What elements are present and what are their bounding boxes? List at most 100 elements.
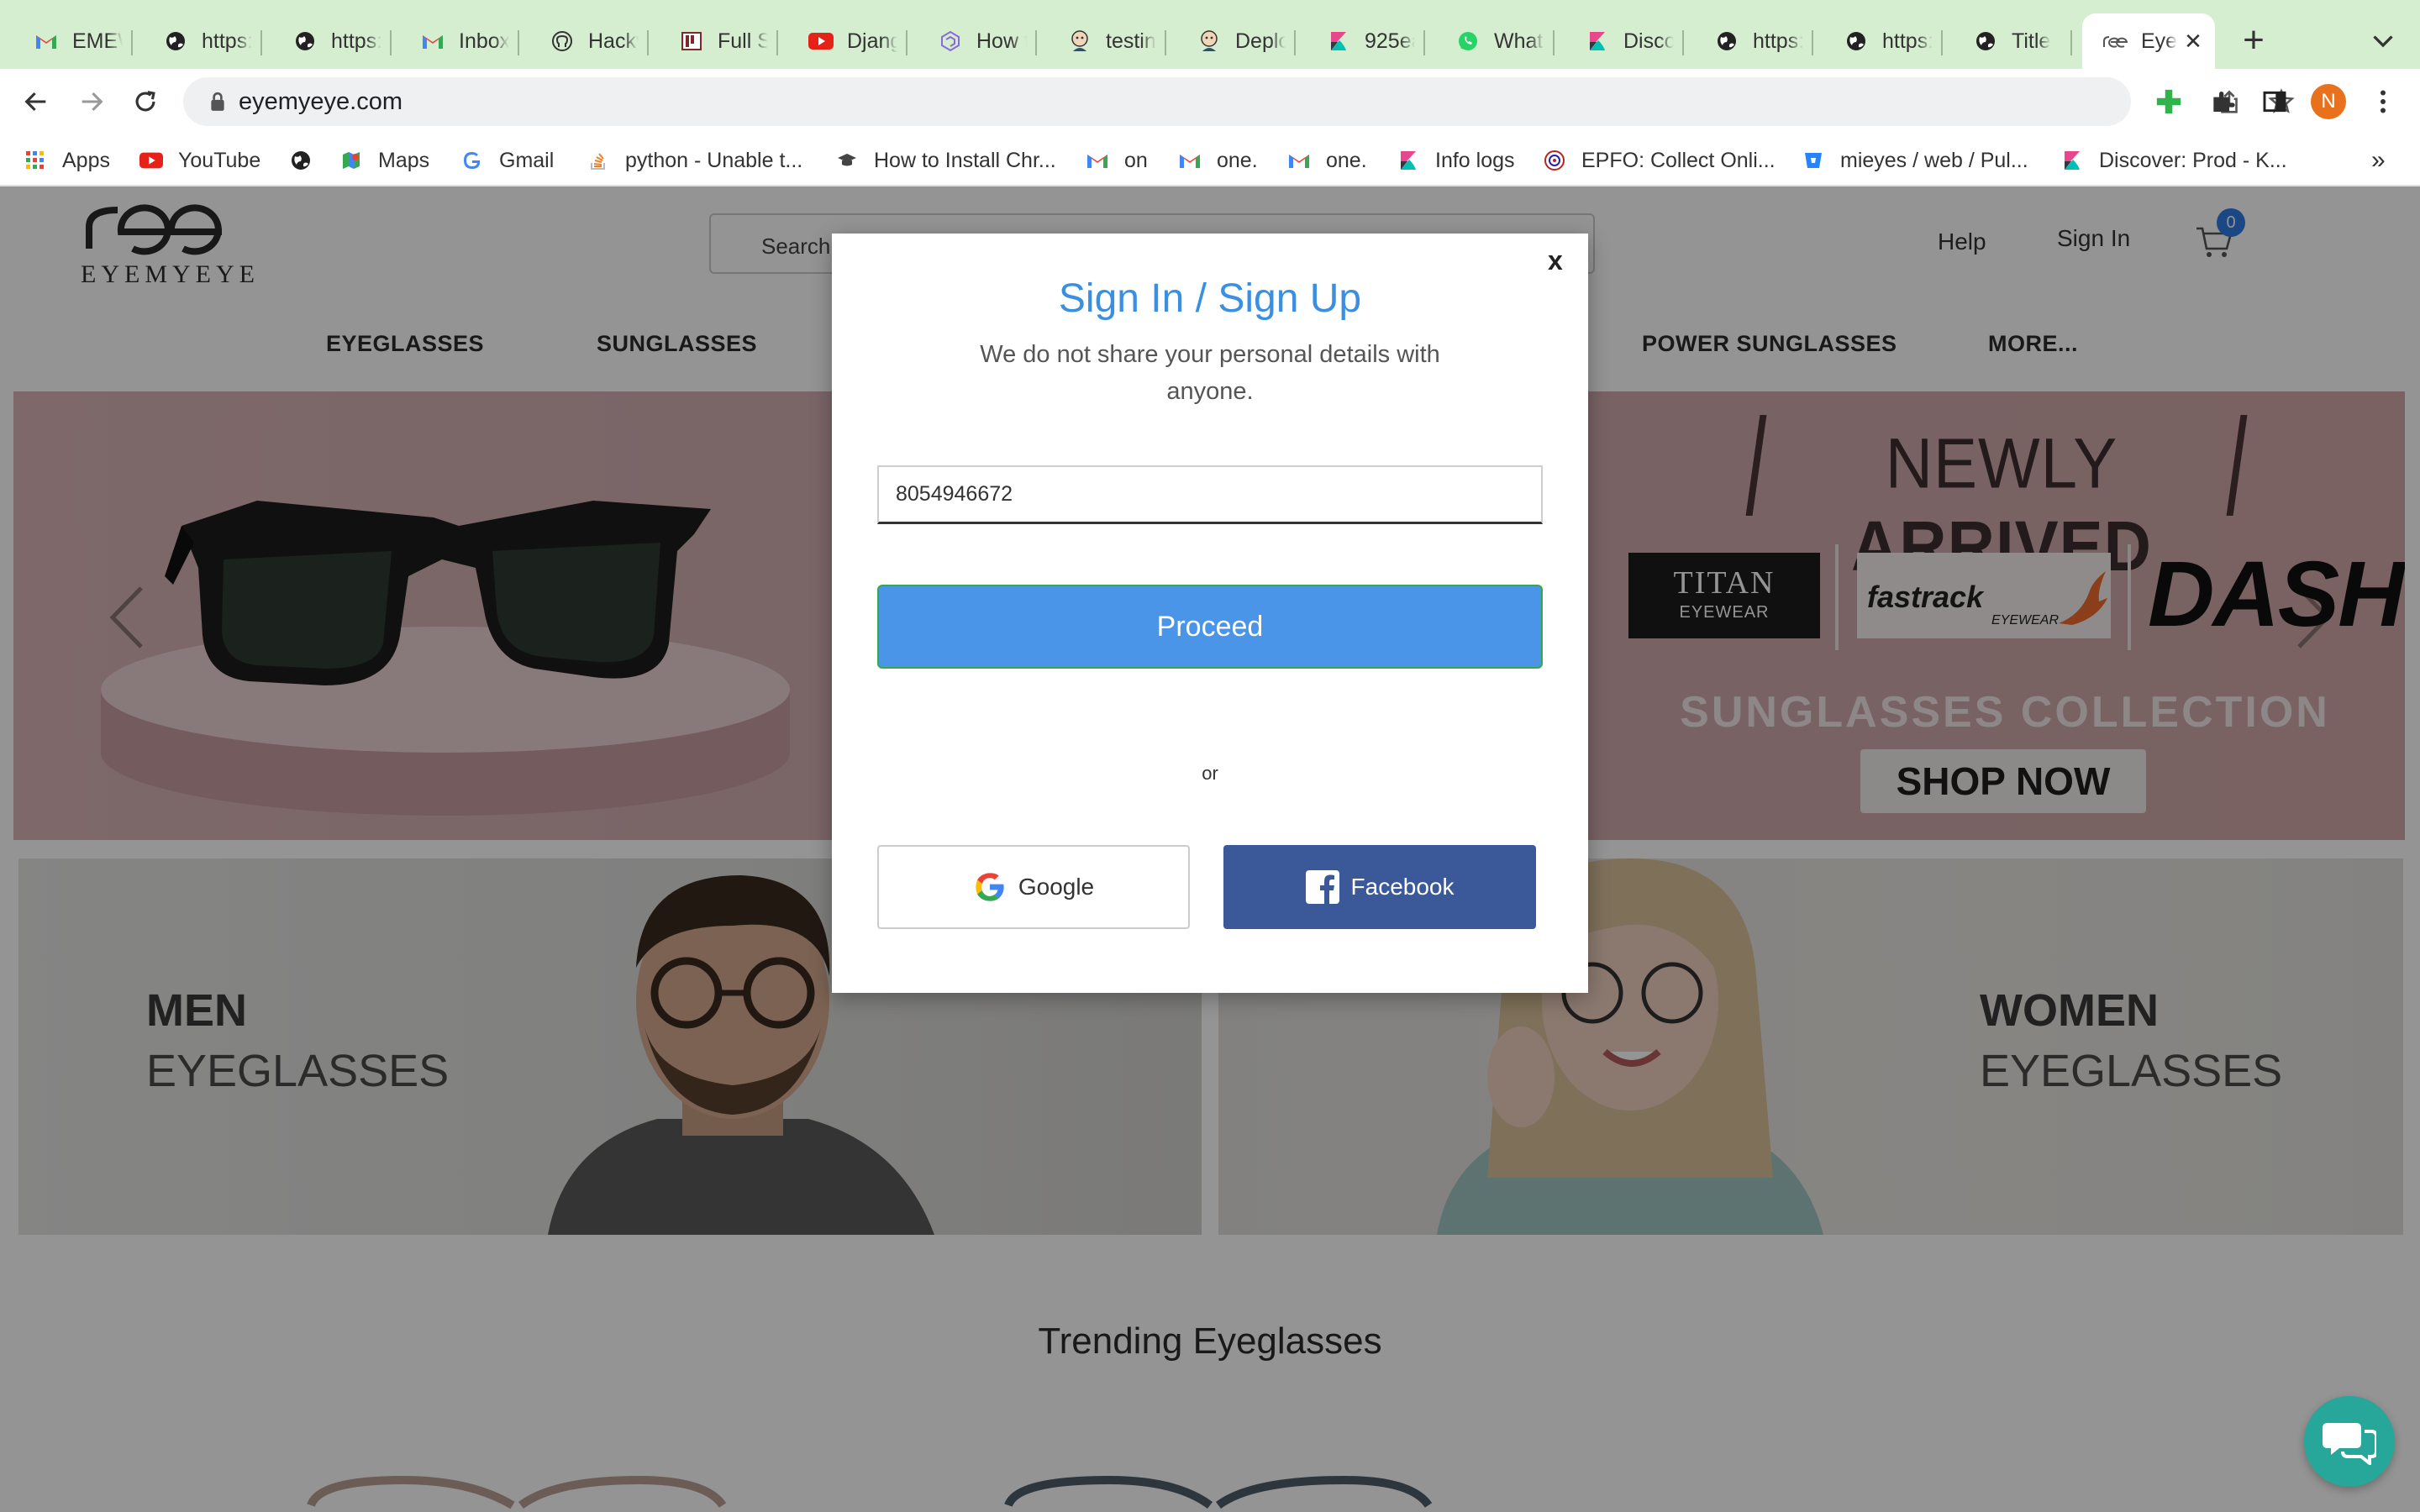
close-tab-icon[interactable]: ✕ [2184, 29, 2202, 55]
tab[interactable]: Deploy [1176, 13, 1296, 69]
bookmark-item[interactable]: one. [1287, 143, 1367, 178]
tab-label: https:/ [331, 29, 381, 53]
sign-in-modal: x Sign In / Sign Up We do not share your… [832, 234, 1588, 993]
green-plus-icon [2156, 89, 2181, 114]
tab-search-chevron-icon[interactable] [2368, 25, 2398, 55]
youtube-icon [808, 29, 834, 54]
forward-arrow-icon [82, 92, 103, 112]
chat-button[interactable] [2304, 1396, 2395, 1487]
profile-avatar[interactable]: N [2311, 84, 2346, 119]
tab-label: EMEW [72, 29, 123, 53]
bookmark-item[interactable]: Maps [339, 143, 429, 178]
bookmarks-overflow-button[interactable]: » [2371, 146, 2386, 175]
phone-input[interactable] [877, 465, 1543, 524]
bookmark-item[interactable]: EPFO: Collect Onli... [1543, 143, 1776, 178]
modal-subtitle: We do not share your personal details wi… [980, 341, 1440, 405]
tab[interactable]: testing [1047, 13, 1166, 69]
more-menu-icon[interactable] [2368, 86, 2398, 118]
tab-separator [131, 30, 133, 55]
tab-separator [776, 30, 778, 55]
reload-button[interactable] [126, 82, 165, 121]
tab[interactable]: Djang [788, 13, 908, 69]
jenkins-icon [1197, 29, 1222, 54]
apps-grid-icon [24, 149, 47, 172]
bookmark-item[interactable]: Gmail [460, 143, 554, 178]
bookmark-item[interactable]: Info logs [1397, 143, 1515, 178]
jenkins-icon [1067, 29, 1092, 54]
tab[interactable]: Hackv [529, 13, 649, 69]
tab-label: How to [976, 29, 1027, 53]
modal-title: Sign In / Sign Up [1058, 276, 1362, 321]
bookmark-label: on [1124, 148, 1148, 172]
tab-active[interactable]: Eye ✕ [2082, 13, 2215, 69]
bookmark-label: mieyes / web / Pul... [1840, 148, 2028, 172]
chat-bubbles-icon [2323, 1423, 2376, 1465]
kibana-icon [1326, 29, 1351, 54]
bookmark-label: one. [1217, 148, 1258, 172]
forward-button[interactable] [72, 82, 111, 121]
kibana-icon [1585, 29, 1610, 54]
tab-separator [518, 30, 519, 55]
close-button[interactable]: x [1548, 245, 1563, 276]
graduation-icon [835, 149, 859, 172]
globe-icon [289, 149, 313, 172]
bookmark-item[interactable]: mieyes / web / Pul... [1802, 143, 2028, 178]
globe-icon [1844, 29, 1869, 54]
bookmark-label: python - Unable t... [625, 148, 803, 172]
tab-separator [1941, 30, 1943, 55]
tab-label: Title [2012, 29, 2051, 53]
address-bar[interactable]: eyemyeye.com [183, 77, 2295, 126]
side-panel-button[interactable] [2259, 86, 2291, 118]
tab-separator [906, 30, 908, 55]
tab[interactable]: Inbox ( [400, 13, 519, 69]
bookmark-item[interactable]: Apps [24, 143, 110, 178]
tab[interactable]: Discov [1565, 13, 1684, 69]
google-login-button[interactable]: Google [877, 845, 1190, 929]
eyemyeye-icon [2102, 29, 2128, 54]
lock-icon[interactable] [208, 92, 227, 112]
tab[interactable]: https:/ [1823, 13, 1943, 69]
google-icon [976, 873, 1004, 901]
bookmark-item[interactable]: How to Install Chr... [835, 143, 1056, 178]
stackoverflow-icon [587, 149, 610, 172]
tab[interactable]: Title [1953, 13, 2072, 69]
bookmark-label: How to Install Chr... [874, 148, 1056, 172]
google-label: Google [1018, 874, 1095, 900]
url-text[interactable]: eyemyeye.com [239, 88, 402, 116]
bookmark-item[interactable]: one. [1178, 143, 1258, 178]
tab-separator [1682, 30, 1684, 55]
tab-separator [1035, 30, 1037, 55]
bookmark-item[interactable]: on [1086, 143, 1148, 178]
back-button[interactable] [17, 82, 55, 121]
tab-separator [647, 30, 649, 55]
tab-label: https:/ [1753, 29, 1803, 53]
extension-plus-button[interactable] [2153, 86, 2185, 118]
tab[interactable]: https:/ [143, 13, 262, 69]
proceed-button[interactable]: Proceed [877, 585, 1543, 669]
new-tab-button[interactable]: + [2237, 18, 2270, 62]
extensions-button[interactable] [2207, 86, 2238, 118]
side-panel-icon [2263, 91, 2286, 113]
tab[interactable]: Full St [659, 13, 778, 69]
tab[interactable]: How to [918, 13, 1037, 69]
tab-label: Djang [847, 29, 897, 53]
bookmark-item[interactable] [289, 143, 313, 178]
or-divider: or [1202, 763, 1218, 784]
gmail-icon [34, 29, 59, 54]
browser-toolbar: eyemyeye.com N [0, 69, 2420, 134]
kibana-icon [2060, 149, 2084, 172]
tab-label: Whats [1494, 29, 1544, 53]
facebook-login-button[interactable]: Facebook [1223, 845, 1536, 929]
tab[interactable]: 925ea [1306, 13, 1425, 69]
tab-separator [1423, 30, 1425, 55]
bookmark-item[interactable]: python - Unable t... [587, 143, 802, 178]
tab[interactable]: https:/ [272, 13, 392, 69]
tab[interactable]: https:/ [1694, 13, 1813, 69]
bookmark-label: Apps [62, 148, 110, 172]
bookmark-item[interactable]: Discover: Prod - K... [2060, 143, 2287, 178]
youtube-icon [139, 149, 163, 172]
tab[interactable]: EMEW [13, 13, 133, 69]
bitbucket-icon [1802, 149, 1825, 172]
tab[interactable]: Whats [1435, 13, 1555, 69]
bookmark-item[interactable]: YouTube [139, 143, 260, 178]
